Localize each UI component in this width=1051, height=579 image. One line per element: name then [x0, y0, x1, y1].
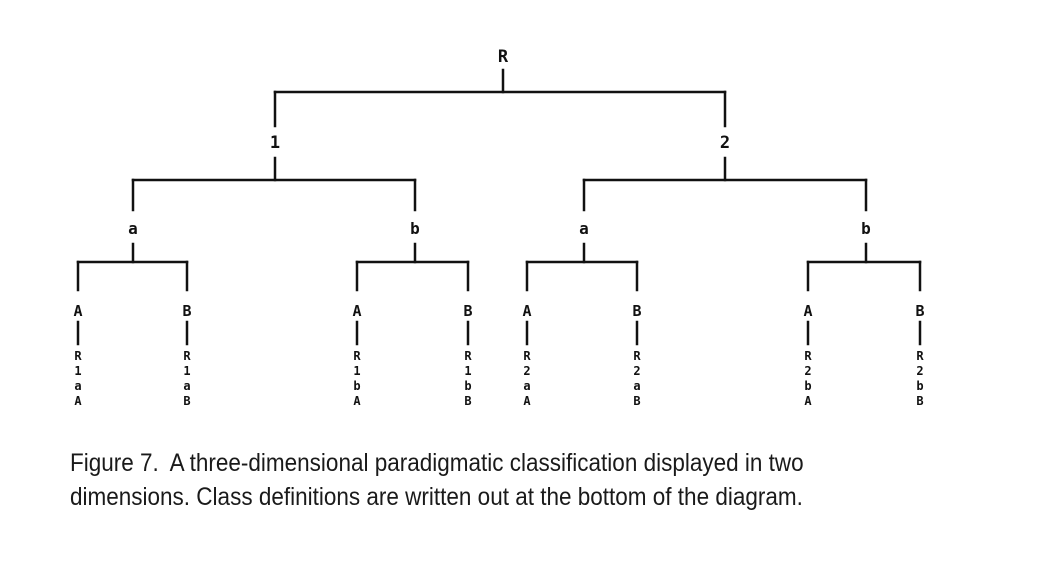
class-definition-8-char-4: B — [916, 394, 923, 408]
class-definition-5-char-4: A — [523, 394, 531, 408]
node-root-label: R — [498, 47, 509, 67]
node-level3-label-7: A — [803, 302, 812, 320]
class-definition-2-char-1: R — [183, 349, 191, 363]
class-definition-3-char-2: 1 — [353, 364, 360, 378]
caption-text: A three-dimensional paradigmatic classif… — [70, 449, 804, 511]
class-definition-6-char-3: a — [633, 379, 640, 393]
class-definition-3-char-3: b — [353, 379, 360, 393]
node-level3-label-4: B — [463, 302, 472, 320]
tree-connectors — [76, 68, 922, 346]
class-definition-4-char-1: R — [464, 349, 472, 363]
class-definition-5-char-2: 2 — [523, 364, 530, 378]
class-definition-8-char-1: R — [916, 349, 924, 363]
class-definition-8-char-2: 2 — [916, 364, 923, 378]
class-definition-2-char-4: B — [183, 394, 190, 408]
node-level3-label-3: A — [352, 302, 361, 320]
class-definition-6-char-1: R — [633, 349, 641, 363]
node-level2-label-1: a — [128, 219, 138, 238]
class-definition-1-char-4: A — [74, 394, 82, 408]
classification-tree-diagram: R1 2a b a bAR1aABR1aBAR1bABR1bBAR2aABR2aBAR2… — [73, 47, 924, 408]
figure-label: Figure 7. — [70, 449, 159, 477]
class-definition-1-char-3: a — [74, 379, 81, 393]
figure-caption: Figure 7. A three-dimensional paradigmati… — [70, 446, 844, 514]
class-definition-7-char-3: b — [804, 379, 811, 393]
class-definition-6-char-2: 2 — [633, 364, 640, 378]
class-definition-7-char-1: R — [804, 349, 812, 363]
class-definition-3-char-1: R — [353, 349, 361, 363]
class-definition-5-char-1: R — [523, 349, 531, 363]
class-definition-4-char-4: B — [464, 394, 471, 408]
node-level3-label-8: B — [915, 302, 924, 320]
class-definition-1-char-1: R — [74, 349, 82, 363]
node-level3-label-5: A — [522, 302, 531, 320]
class-definition-2-char-3: a — [183, 379, 190, 393]
node-level3-label-1: A — [73, 302, 82, 320]
class-definition-7-char-4: A — [804, 394, 812, 408]
node-level3-label-6: B — [632, 302, 641, 320]
class-definition-5-char-3: a — [523, 379, 530, 393]
class-definition-4-char-2: 1 — [464, 364, 471, 378]
node-level2-label-4: b — [861, 219, 871, 238]
class-definition-2-char-2: 1 — [183, 364, 190, 378]
class-definition-3-char-4: A — [353, 394, 361, 408]
class-definition-4-char-3: b — [464, 379, 471, 393]
node-level3-label-2: B — [182, 302, 191, 320]
class-definition-7-char-2: 2 — [804, 364, 811, 378]
node-level2-label-2: b — [410, 219, 420, 238]
tree-labels: R1 2a b a bAR1aABR1aBAR1bABR1bBAR2aABR2aBAR2… — [73, 47, 924, 408]
class-definition-6-char-4: B — [633, 394, 640, 408]
node-level2-label-3: a — [579, 219, 589, 238]
node-level1-label-2: 2 — [720, 133, 730, 153]
class-definition-1-char-2: 1 — [74, 364, 81, 378]
class-definition-8-char-3: b — [916, 379, 923, 393]
node-level1-label-1: 1 — [270, 133, 280, 153]
